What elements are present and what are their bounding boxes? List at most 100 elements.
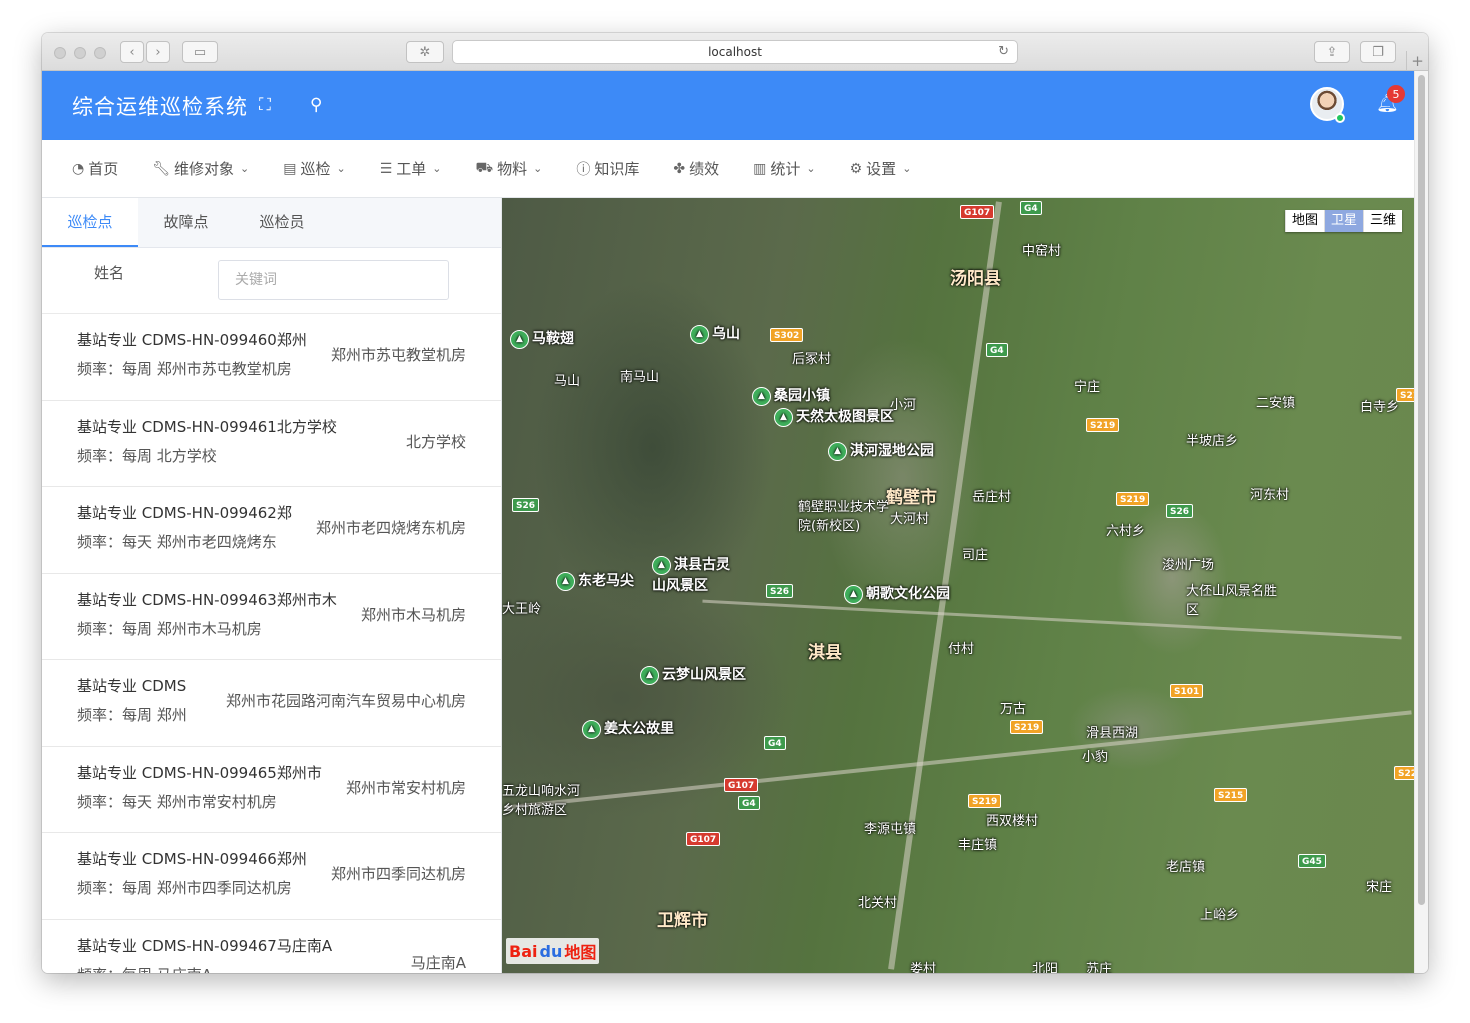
map-label: 宋庄: [1366, 880, 1393, 895]
tab-1[interactable]: 故障点: [138, 198, 234, 247]
road-shield: S219: [1010, 720, 1044, 734]
road-shield: S26: [512, 498, 540, 512]
road-shield: S22: [1394, 766, 1414, 780]
chevron-down-icon: ⌄: [336, 162, 346, 175]
map-label: 岳庄村: [972, 490, 1012, 505]
search-icon[interactable]: ⚲: [310, 95, 322, 115]
baidu-map-logo: Bai du 地图: [506, 938, 600, 964]
map-type-2[interactable]: 三维: [1362, 210, 1402, 232]
list-item[interactable]: 基站专业 CDMS 频率：每周 郑州 郑州市花园路河南汽车贸易中心机房: [42, 660, 501, 747]
list-item[interactable]: 基站专业 CDMS-HN-099462郑 频率：每天 郑州市老四烧烤东 郑州市老四烧…: [42, 487, 501, 574]
notification-badge: 5: [1387, 85, 1405, 103]
item-title: 基站专业 CDMS-HN-099462郑: [77, 504, 292, 522]
sidebar-toggle-icon[interactable]: ▭: [182, 41, 218, 63]
road-shield: G45: [1298, 854, 1326, 868]
extension-icon[interactable]: ✲: [406, 41, 444, 63]
road-shield: S219: [1086, 418, 1120, 432]
list-item[interactable]: 基站专业 CDMS-HN-099467马庄南A 频率：每周 马庄南A 马庄南A: [42, 920, 501, 973]
nav-item-8[interactable]: ⚙ 设置 ⌄: [850, 158, 912, 179]
tab-0[interactable]: 巡检点: [42, 198, 138, 247]
nav-item-label: 维修对象: [174, 160, 235, 178]
road-shield: S219: [1116, 492, 1150, 506]
map-label: 大伾山风景名胜区: [1186, 584, 1278, 618]
item-location: 北方学校: [405, 430, 466, 452]
minimize-window-button[interactable]: [74, 47, 86, 59]
map-label: 娄村: [910, 962, 937, 973]
search-bar: 姓名 关键词: [42, 248, 501, 314]
nav-item-label: 工单: [396, 160, 427, 178]
list-item[interactable]: 基站专业 CDMS-HN-099466郑州 频率：每周 郑州市四季同达机房 郑州市四…: [42, 833, 501, 920]
dashboard-icon: ◔: [72, 160, 85, 177]
map-label: 半坡店乡: [1186, 434, 1239, 449]
app-page: 综合运维巡检系统 ⛶ ⚲ 🔔︎ 5 ◔ 首页 🔧︎ 维修对象 ⌄ ▤ 巡检 ⌄ ☰ 工单 ⌄ ⛟ 物料 ⌄…: [42, 71, 1414, 973]
list-item[interactable]: 基站专业 CDMS-HN-099460郑州 频率：每周 郑州市苏屯教堂机房 郑州市苏…: [42, 314, 501, 401]
share-icon[interactable]: ⇪: [1314, 41, 1350, 63]
map-label: 五龙山响水河乡村旅游区: [502, 784, 581, 818]
map-label: 小豹: [1082, 750, 1109, 765]
road-shield: S215: [1396, 388, 1414, 402]
item-title: 基站专业 CDMS: [77, 677, 187, 695]
nav-item-3[interactable]: ☰ 工单 ⌄: [380, 158, 442, 179]
map-label: 付村: [948, 642, 975, 657]
chevron-down-icon: ⌄: [806, 162, 816, 175]
address-bar[interactable]: localhost ↻: [452, 40, 1018, 64]
page-scrollbar[interactable]: [1414, 71, 1428, 973]
map-label: 姜太公故里: [582, 718, 674, 739]
list-item[interactable]: 基站专业 CDMS-HN-099463郑州市木 频率：每周 郑州市木马机房 郑州市木…: [42, 574, 501, 660]
item-title: 基站专业 CDMS-HN-099461北方学校: [77, 417, 337, 436]
map-type-0[interactable]: 地图: [1284, 210, 1324, 232]
road-shield: S26: [1166, 504, 1194, 518]
tabs-overview-icon[interactable]: ❐: [1360, 41, 1396, 63]
item-frequency: 频率：每天 郑州市老四烧烤东: [77, 533, 277, 551]
item-frequency: 频率：每周 北方学校: [77, 446, 217, 465]
tab-2[interactable]: 巡检员: [234, 198, 330, 247]
list-item[interactable]: 基站专业 CDMS-HN-099461北方学校 频率：每周 北方学校 北方学校: [42, 401, 501, 487]
road-shield: S302: [770, 328, 804, 342]
item-location: 郑州市花园路河南汽车贸易中心机房: [225, 690, 466, 711]
nav-item-4[interactable]: ⛟ 物料 ⌄: [476, 158, 543, 179]
chevron-down-icon: ⌄: [432, 162, 442, 175]
document-icon: ▤: [283, 160, 297, 177]
question-icon: ⓘ: [576, 161, 591, 178]
map-label: 白寺乡: [1360, 400, 1400, 415]
reload-icon[interactable]: ↻: [998, 44, 1009, 59]
nav-item-7[interactable]: ▥ 统计 ⌄: [753, 158, 815, 179]
road-shield: S101: [1170, 684, 1204, 698]
map-label: 老店镇: [1166, 860, 1206, 875]
fullscreen-icon[interactable]: ⛶: [259, 95, 271, 115]
list-item[interactable]: 基站专业 CDMS-HN-099465郑州市 频率：每天 郑州市常安村机房 郑州市常…: [42, 747, 501, 833]
nav-item-6[interactable]: ✤ 绩效: [673, 158, 719, 179]
inspection-panel: 巡检点 故障点 巡检员 姓名 关键词 基站专业 CDMS-HN-099460郑州 频率…: [42, 198, 502, 973]
satellite-map[interactable]: 地图 卫星 三维 Bai du 地图 汤阳县 鹤壁市 淇县 卫辉市 滑县西湖 浚州广场 大伾山风…: [502, 198, 1414, 973]
map-label: 浚州广场: [1162, 558, 1215, 573]
map-label: 中窑村: [1022, 244, 1062, 259]
new-tab-icon[interactable]: +: [1406, 51, 1428, 71]
nav-item-label: 统计: [770, 160, 801, 178]
zoom-window-button[interactable]: [94, 47, 106, 59]
map-label: 滑县西湖: [1086, 726, 1139, 741]
forward-icon[interactable]: ›: [146, 41, 170, 63]
map-type-1[interactable]: 卫星: [1323, 210, 1363, 232]
map-label: 卫辉市: [657, 911, 708, 931]
item-title: 基站专业 CDMS-HN-099463郑州市木: [77, 590, 337, 609]
item-frequency: 频率：每周 郑州: [77, 706, 187, 724]
main-nav: ◔ 首页 🔧︎ 维修对象 ⌄ ▤ 巡检 ⌄ ☰ 工单 ⌄ ⛟ 物料 ⌄ ⓘ 知识库 ✤ 绩效 ▥ 统计 ⌄ ⚙ 设置 ⌄: [42, 140, 1414, 198]
nav-item-label: 绩效: [689, 160, 720, 178]
panel-tabs: 巡检点 故障点 巡检员: [42, 198, 501, 248]
road-shield: S219: [968, 794, 1002, 808]
nav-item-label: 首页: [88, 160, 119, 178]
item-frequency: 频率：每周 郑州市苏屯教堂机房: [77, 360, 292, 378]
back-icon[interactable]: ‹: [120, 41, 144, 63]
scrollbar-thumb[interactable]: [1418, 75, 1425, 905]
close-window-button[interactable]: [54, 47, 66, 59]
nav-item-2[interactable]: ▤ 巡检 ⌄: [283, 158, 345, 179]
map-label: 北关村: [858, 896, 898, 911]
nav-item-0[interactable]: ◔ 首页: [72, 158, 118, 179]
item-frequency: 频率：每天 郑州市常安村机房: [77, 792, 277, 811]
nav-item-5[interactable]: ⓘ 知识库: [576, 158, 639, 179]
road-shield: G107: [960, 205, 995, 219]
keyword-input[interactable]: 关键词: [218, 260, 449, 300]
map-label: 二安镇: [1256, 396, 1296, 411]
nav-item-1[interactable]: 🔧︎ 维修对象 ⌄: [152, 158, 249, 179]
nav-item-label: 巡检: [300, 160, 331, 178]
